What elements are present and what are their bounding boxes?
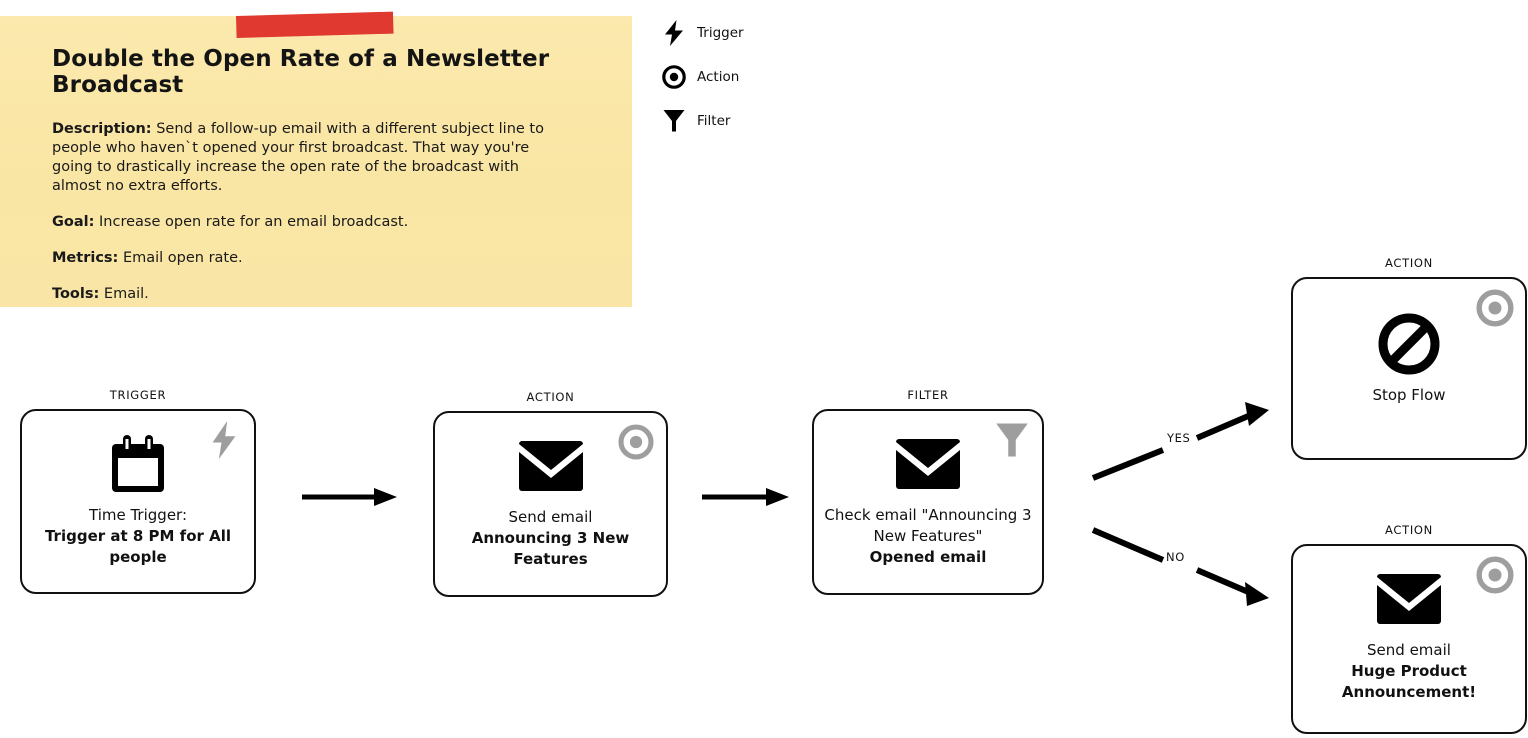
legend-item-filter: Filter [660,106,830,136]
node-kicker-action-2: ACTION [1385,256,1433,270]
calendar-icon [108,433,168,495]
target-circle-icon [616,422,656,462]
connector-no-branch [1091,527,1269,606]
legend-item-trigger: Trigger [660,18,830,48]
flow-node-trigger[interactable]: TRIGGER Time Trigger: Trigger at 8 PM fo… [20,388,256,594]
envelope-icon [1376,568,1442,630]
legend: Trigger Action Filter [660,18,830,150]
legend-label-action: Action [697,69,740,85]
sticky-note: Double the Open Rate of a Newsletter Bro… [0,11,632,307]
node-box-stop-flow[interactable]: Stop Flow [1291,277,1527,460]
note-description-label: Description: [52,121,152,137]
node-line1-action-1: Send email [508,508,593,526]
no-entry-icon [1378,313,1440,375]
connector-trigger-to-action [302,488,397,506]
node-line1-filter: Check email "Announcing 3 New Features" [824,506,1032,545]
node-box-send-email-huge-product[interactable]: Send email Huge Product Announcement! [1291,544,1527,734]
target-circle-icon [1475,555,1515,595]
note-metrics-label: Metrics: [52,250,119,266]
node-text-trigger: Time Trigger: Trigger at 8 PM for All pe… [32,505,244,568]
node-text-send-email-huge-product: Send email Huge Product Announcement! [1303,640,1515,703]
branch-label-yes: YES [1167,431,1191,445]
note-metrics: Metrics: Email open rate. [52,249,547,268]
note-description: Description: Send a follow-up email with… [52,120,547,196]
note-title: Double the Open Rate of a Newsletter Bro… [52,46,550,98]
lightning-bolt-icon [660,19,688,47]
connector-action-to-filter [702,488,789,506]
lightning-bolt-icon [204,420,244,460]
legend-item-action: Action [660,62,830,92]
branch-label-no: NO [1166,550,1185,564]
node-line1-trigger: Time Trigger: [89,506,187,524]
note-goal-text: Increase open rate for an email broadcas… [94,214,409,230]
connector-yes-branch [1091,402,1269,481]
flow-node-send-email-announcing[interactable]: ACTION Send email Announcing 3 New Featu… [433,390,668,597]
flow-node-filter-opened-email[interactable]: FILTER Check email "Announcing 3 New Fea… [812,388,1044,595]
target-circle-icon [1475,288,1515,328]
funnel-icon [992,420,1032,460]
note-tools-label: Tools: [52,286,100,302]
node-line2-filter: Opened email [869,548,987,566]
node-line1-action-3: Send email [1367,641,1451,659]
node-text-filter-opened-email: Check email "Announcing 3 New Features" … [824,505,1032,568]
funnel-icon [660,107,688,135]
node-kicker-action-3: ACTION [1385,523,1433,537]
envelope-icon [518,435,584,497]
node-text-stop-flow: Stop Flow [1372,385,1445,406]
flow-node-send-email-huge-product[interactable]: ACTION Send email Huge Product Announcem… [1291,523,1527,734]
flow-node-stop-flow[interactable]: ACTION Stop Flow [1291,256,1527,460]
node-line2-action-1: Announcing 3 New Features [471,529,630,568]
node-kicker-filter: FILTER [907,388,949,402]
note-tools-text: Email. [99,286,149,302]
node-line2-action-3: Huge Product Announcement! [1341,662,1477,701]
node-line1-action-2: Stop Flow [1372,386,1446,404]
node-box-trigger[interactable]: Time Trigger: Trigger at 8 PM for All pe… [20,409,256,594]
node-text-send-email-announcing: Send email Announcing 3 New Features [445,507,656,570]
note-tools: Tools: Email. [52,285,547,304]
legend-label-filter: Filter [697,113,731,129]
node-box-send-email-announcing[interactable]: Send email Announcing 3 New Features [433,411,668,597]
note-metrics-text: Email open rate. [118,250,243,266]
node-kicker-trigger: TRIGGER [109,388,167,402]
red-tape-decoration [236,11,394,38]
node-line2-trigger: Trigger at 8 PM for All people [44,527,232,566]
note-goal-label: Goal: [52,214,95,230]
note-goal: Goal: Increase open rate for an email br… [52,213,547,232]
node-box-filter-opened-email[interactable]: Check email "Announcing 3 New Features" … [812,409,1044,595]
node-kicker-action-1: ACTION [526,390,575,404]
target-circle-icon [660,63,688,91]
legend-label-trigger: Trigger [697,25,744,41]
envelope-icon [895,433,961,495]
